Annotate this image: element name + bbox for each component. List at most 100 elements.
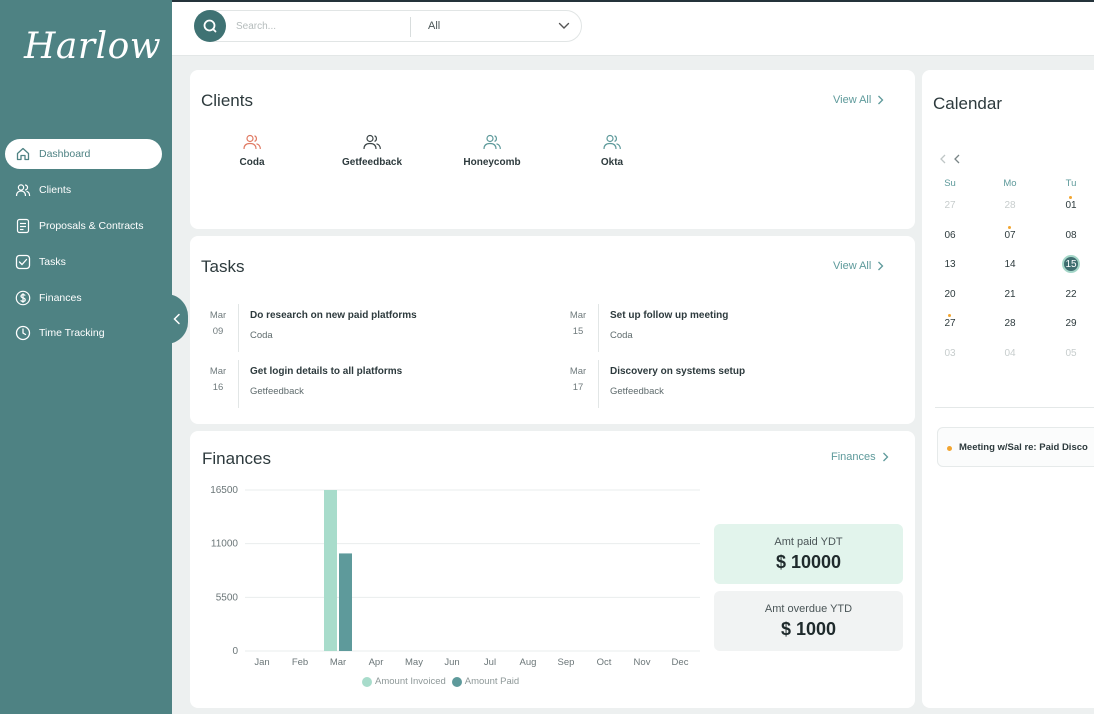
sidebar-item-finances[interactable]: Finances <box>5 283 162 313</box>
calendar-day[interactable]: 28 <box>997 200 1023 211</box>
x-tick-label: Jun <box>444 657 459 668</box>
client-coda[interactable]: Coda <box>202 133 302 168</box>
calendar-day[interactable]: 27 <box>937 200 963 211</box>
users-icon <box>15 182 31 198</box>
x-tick-label: Jul <box>484 657 496 668</box>
client-getfeedback[interactable]: Getfeedback <box>322 133 422 168</box>
legend-swatch <box>362 676 372 687</box>
task-title: Do research on new paid platforms <box>250 310 417 321</box>
sidebar-item-label: Dashboard <box>39 148 91 160</box>
search-button[interactable] <box>194 10 226 42</box>
calendar-day[interactable]: 20 <box>937 289 963 300</box>
calendar-day[interactable]: 06 <box>937 230 963 241</box>
calendar-day[interactable]: 28 <box>997 318 1023 329</box>
calendar-day[interactable]: 05 <box>1058 348 1084 359</box>
calendar-day[interactable]: 07 <box>997 230 1023 241</box>
weekday-label: Tu <box>1065 178 1077 189</box>
x-tick-label: Jan <box>254 657 269 668</box>
task-item[interactable]: Mar 15 Set up follow up meeting Coda <box>564 304 884 354</box>
x-tick-label: Aug <box>520 657 537 668</box>
chart-legend: Amount Invoiced Amount Paid <box>362 676 525 687</box>
finances-link[interactable]: Finances <box>831 451 889 463</box>
amount-overdue-label: Amt overdue YTD <box>764 603 853 615</box>
clients-card: Clients View All Coda Getfeedback Honeyc… <box>190 70 915 229</box>
client-name: Getfeedback <box>341 157 403 168</box>
sidebar-item-tasks[interactable]: Tasks <box>5 247 162 277</box>
chevron-left-icon[interactable] <box>939 154 947 164</box>
sidebar-item-label: Time Tracking <box>39 327 105 339</box>
x-tick-label: Feb <box>292 657 308 668</box>
calendar-day[interactable]: 14 <box>997 259 1023 270</box>
calendar-day[interactable]: 22 <box>1058 289 1084 300</box>
calendar-day[interactable]: 21 <box>997 289 1023 300</box>
task-divider <box>238 360 239 408</box>
search-icon <box>203 19 217 33</box>
y-tick-label: 16500 <box>210 485 238 496</box>
event-dot <box>947 446 952 451</box>
client-name: Okta <box>600 157 624 168</box>
event-indicator-dot <box>948 314 951 317</box>
weekday-label: Su <box>944 178 956 189</box>
task-client: Getfeedback <box>610 386 664 397</box>
app-logo: Harlow <box>24 26 162 67</box>
amount-overdue-value: $ 1000 <box>780 619 837 639</box>
calendar-day[interactable]: 13 <box>937 259 963 270</box>
calendar-day[interactable]: 08 <box>1058 230 1084 241</box>
clock-icon <box>15 325 31 341</box>
calendar-day[interactable]: 27 <box>937 318 963 329</box>
task-client: Coda <box>610 330 633 341</box>
sidebar-collapse-button[interactable] <box>166 294 188 344</box>
calendar-event[interactable]: Meeting w/Sal re: Paid Disco <box>937 427 1094 467</box>
calendar-day[interactable]: 04 <box>997 348 1023 359</box>
chevron-right-icon <box>878 95 884 105</box>
filter-dropdown[interactable]: All <box>422 12 582 40</box>
legend-item-paid: Amount Paid <box>451 676 519 687</box>
search-input[interactable] <box>236 18 396 34</box>
task-title: Get login details to all platforms <box>250 366 403 377</box>
sidebar-item-label: Tasks <box>39 256 66 268</box>
dollar-icon <box>15 290 31 306</box>
users-icon <box>243 134 261 150</box>
task-title: Set up follow up meeting <box>610 310 729 321</box>
calendar-title: Calendar <box>933 94 1002 113</box>
task-item[interactable]: Mar 09 Do research on new paid platforms … <box>204 304 524 354</box>
task-divider <box>598 360 599 408</box>
finances-bar-chart: 0 5500 11000 16500 Jan Feb Mar Apr May Jun Jul Aug S… <box>210 485 700 668</box>
task-title: Discovery on systems setup <box>610 366 746 377</box>
tasks-view-all-link[interactable]: View All <box>833 260 884 272</box>
client-name: Honeycomb <box>463 157 521 168</box>
x-tick-label: Sep <box>558 657 575 668</box>
task-date: Mar 17 <box>569 366 587 393</box>
calendar-day[interactable]: 03 <box>937 348 963 359</box>
sidebar-item-label: Clients <box>39 184 72 196</box>
amount-paid-value: $ 10000 <box>775 552 842 572</box>
client-name: Coda <box>239 157 265 168</box>
sidebar: Harlow Dashboard Clients Proposals & Con… <box>0 0 172 714</box>
task-item[interactable]: Mar 16 Get login details to all platforms… <box>204 360 524 410</box>
task-divider <box>238 304 239 352</box>
y-tick-label: 0 <box>232 646 238 657</box>
y-tick-label: 11000 <box>211 539 239 550</box>
sidebar-item-proposals[interactable]: Proposals & Contracts <box>5 211 162 241</box>
sidebar-item-time-tracking[interactable]: Time Tracking <box>5 318 162 348</box>
chevron-down-icon <box>558 22 570 29</box>
chevron-left-icon[interactable] <box>953 154 961 164</box>
calendar-divider <box>935 407 1094 408</box>
client-honeycomb[interactable]: Honeycomb <box>442 133 542 168</box>
client-okta[interactable]: Okta <box>562 133 662 168</box>
x-tick-label: Mar <box>330 657 346 668</box>
clients-view-all-link[interactable]: View All <box>833 94 884 106</box>
event-title: Meeting w/Sal re: Paid Disco <box>959 442 1088 453</box>
calendar-day[interactable]: 15 <box>1058 259 1084 270</box>
sidebar-item-clients[interactable]: Clients <box>5 175 162 205</box>
calendar-day[interactable]: 01 <box>1058 200 1084 211</box>
sidebar-item-label: Proposals & Contracts <box>39 220 144 232</box>
chevron-right-icon <box>878 261 884 271</box>
finances-link-label: Finances <box>831 451 876 463</box>
event-indicator-dot <box>1069 196 1072 199</box>
search-divider <box>410 17 411 37</box>
bar-amount-paid <box>339 553 352 651</box>
sidebar-item-dashboard[interactable]: Dashboard <box>5 139 162 169</box>
task-item[interactable]: Mar 17 Discovery on systems setup Getfeed… <box>564 360 884 410</box>
calendar-day[interactable]: 29 <box>1058 318 1084 329</box>
